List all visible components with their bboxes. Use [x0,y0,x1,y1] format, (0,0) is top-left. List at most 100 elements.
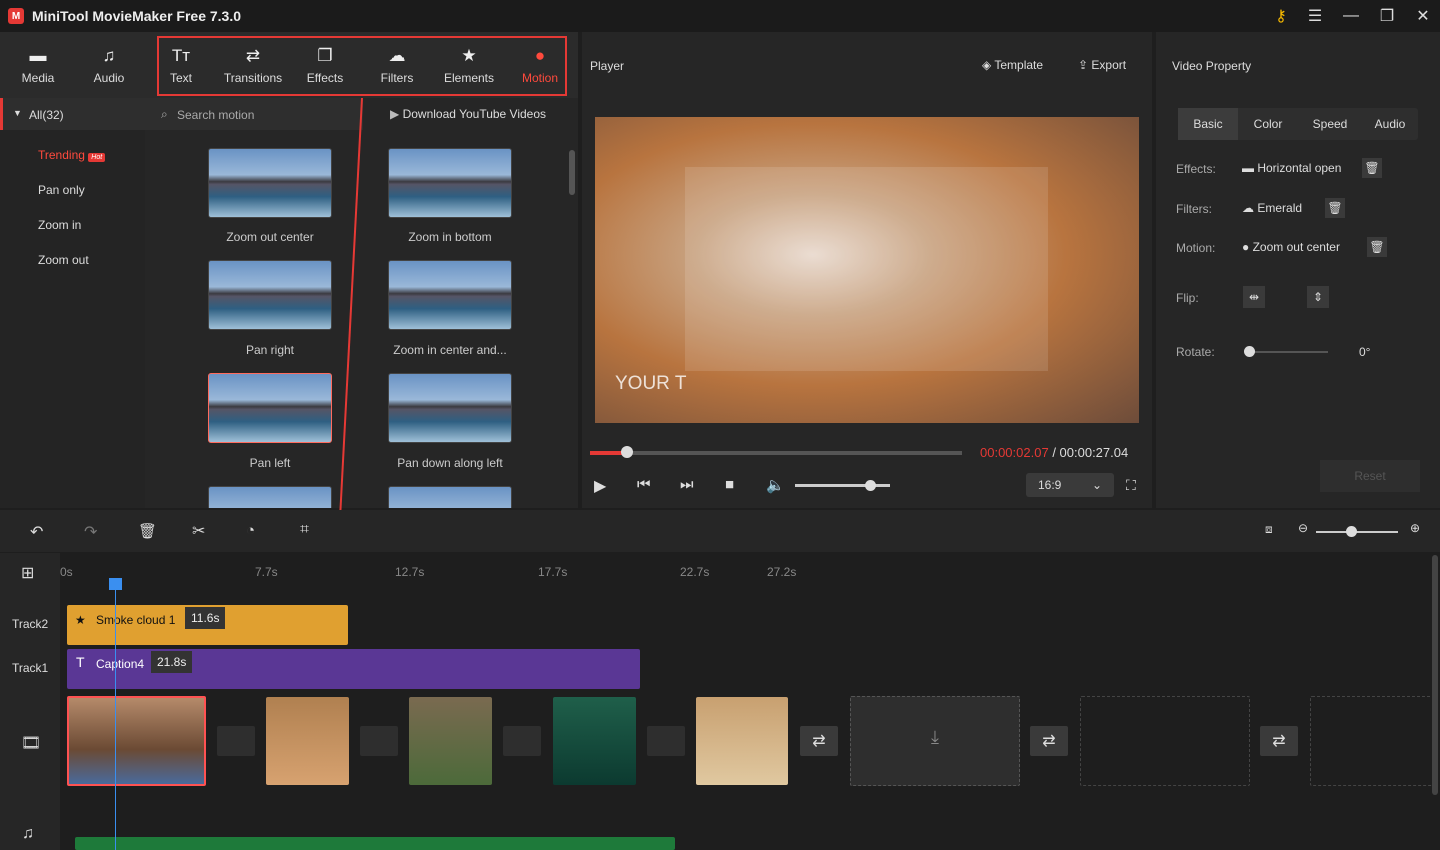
template-button[interactable]: ◈ Template [982,58,1043,72]
audio-clip[interactable] [75,837,675,850]
transition-slot[interactable] [360,726,398,756]
crop-icon[interactable]: ⌗ [300,521,309,539]
volume-icon[interactable]: 🔈 [766,476,785,494]
zoom-out-icon[interactable]: ⊖ [1298,521,1308,535]
ruler-tick-label: 12.7s [395,565,425,579]
video-clip[interactable] [553,697,636,785]
timeline-scrollbar[interactable] [1432,555,1438,795]
minimize-button[interactable]: — [1334,0,1368,32]
fullscreen-icon[interactable]: ⛶ [1126,477,1136,494]
timeline-toolbar: ↶ ↷ 🗑 ✂ ◔ ⌗ ⧈ ⊖ ⊕ [0,510,1440,552]
motion-thumb[interactable] [388,148,512,218]
ruler-tick-label: 0s [60,565,73,579]
video-clip[interactable] [409,697,492,785]
video-clip[interactable] [696,697,788,785]
aspect-select[interactable]: 16:9 ⌄ [1026,473,1114,497]
video-preview: YOUR T [595,117,1139,423]
motion-thumb[interactable] [208,260,332,330]
scrollbar[interactable] [569,150,575,195]
fit-icon[interactable]: ⧈ [1265,522,1273,537]
tab-color[interactable]: Color [1238,117,1298,131]
delete-effect-button[interactable]: 🗑 [1362,158,1382,178]
export-button[interactable]: ⇪ Export [1078,58,1126,72]
stop-button[interactable]: ■ [725,476,734,493]
swap-icon[interactable]: ⇄ [800,726,838,756]
video-property-panel: Video Property Basic Color Speed Audio E… [1156,32,1440,508]
playhead[interactable] [109,578,122,850]
video-clip-selected[interactable] [67,696,206,786]
speed-icon[interactable]: ◔ [246,522,255,539]
undo-icon[interactable]: ↶ [30,522,43,542]
ruler-tick-label: 17.7s [538,565,568,579]
music-icon: ♫ [102,45,116,65]
delete-filter-button[interactable]: 🗑 [1325,198,1345,218]
text-icon: T [76,654,85,670]
export-icon: ⇪ [1078,58,1089,72]
motion-thumb[interactable] [388,373,512,443]
category-zoom-in[interactable]: Zoom in [38,218,81,232]
flip-vertical-button[interactable]: ⇕ [1307,286,1329,308]
motion-categories: ▼ All(32) Trending Hot Pan only Zoom in … [0,98,145,508]
hot-badge: Hot [88,153,106,162]
zoom-in-icon[interactable]: ⊕ [1410,521,1420,535]
swap-icon[interactable]: ⇄ [1260,726,1298,756]
category-pan-only[interactable]: Pan only [38,183,85,197]
tab-speed[interactable]: Speed [1300,117,1360,131]
volume-slider[interactable] [795,480,890,491]
folder-icon: ▬ [29,45,47,65]
maximize-button[interactable]: ❐ [1370,0,1404,32]
time-ruler[interactable]: 0s 7.7s 12.7s 17.7s 22.7s 27.2s [60,553,1430,593]
swap-icon[interactable]: ⇄ [1030,726,1068,756]
motion-thumb[interactable] [208,148,332,218]
category-zoom-out[interactable]: Zoom out [38,253,89,267]
current-time: 00:00:02.07 [980,445,1049,460]
text-overlay-box [685,167,1048,371]
video-clip[interactable] [266,697,349,785]
next-frame-button[interactable]: ⏭ [680,476,694,493]
motion-value: ● Zoom out center [1242,240,1340,254]
category-all[interactable]: ▼ All(32) [0,98,145,130]
play-button[interactable]: ▶ [594,476,606,496]
delete-motion-button[interactable]: 🗑 [1367,237,1387,257]
key-icon[interactable]: ⚷ [1264,0,1298,32]
props-title: Video Property [1172,59,1252,73]
track2-clip[interactable]: ★ Smoke cloud 1 11.6s [67,605,348,645]
transition-slot[interactable] [503,726,541,756]
reset-button[interactable]: Reset [1320,460,1420,492]
youtube-icon: ▶ [390,107,400,121]
player-title: Player [590,59,625,73]
motion-thumb-selected[interactable] [208,373,332,443]
elements-icon: ★ [75,613,86,627]
motion-thumb[interactable] [388,260,512,330]
zoom-slider[interactable] [1316,526,1398,537]
motion-thumb[interactable] [208,486,332,508]
progress-track[interactable] [590,446,962,458]
timeline-panel: ↶ ↷ 🗑 ✂ ◔ ⌗ ⧈ ⊖ ⊕ ⊞ Track2 Track1 🎞 ♫ 0s… [0,510,1440,850]
music-track-icon: ♫ [22,825,34,842]
redo-icon[interactable]: ↷ [84,522,97,542]
tab-media[interactable]: ▬ Media [3,32,73,98]
rotate-value: 0° [1359,345,1371,359]
category-trending[interactable]: Trending Hot [38,148,106,162]
close-button[interactable]: ✕ [1406,0,1440,32]
tab-basic[interactable]: Basic [1178,108,1238,140]
delete-icon[interactable]: 🗑 [138,522,157,540]
drop-zone[interactable]: ⤓ [850,696,1020,786]
tab-audio[interactable]: Audio [1360,117,1420,131]
prev-frame-button[interactable]: ⏮ [637,476,651,493]
effects-value: ▬ Horizontal open [1242,161,1342,175]
transition-slot[interactable] [647,726,685,756]
flip-horizontal-button[interactable]: ⇹ [1243,286,1265,308]
scissors-icon[interactable]: ✂ [192,521,205,541]
rotate-slider[interactable] [1244,346,1328,357]
empty-slot[interactable] [1310,696,1435,786]
transition-slot[interactable] [217,726,255,756]
download-youtube-link[interactable]: ▶ Download YouTube Videos [390,107,546,121]
menu-icon[interactable]: ☰ [1298,0,1332,32]
tab-audio[interactable]: ♫ Audio [74,32,144,98]
empty-slot[interactable] [1080,696,1250,786]
track1-clip[interactable]: T Caption4 21.8s [67,649,640,689]
app-logo-icon: M [8,8,24,24]
motion-thumb[interactable] [388,486,512,508]
add-track-icon[interactable]: ⊞ [21,563,34,583]
